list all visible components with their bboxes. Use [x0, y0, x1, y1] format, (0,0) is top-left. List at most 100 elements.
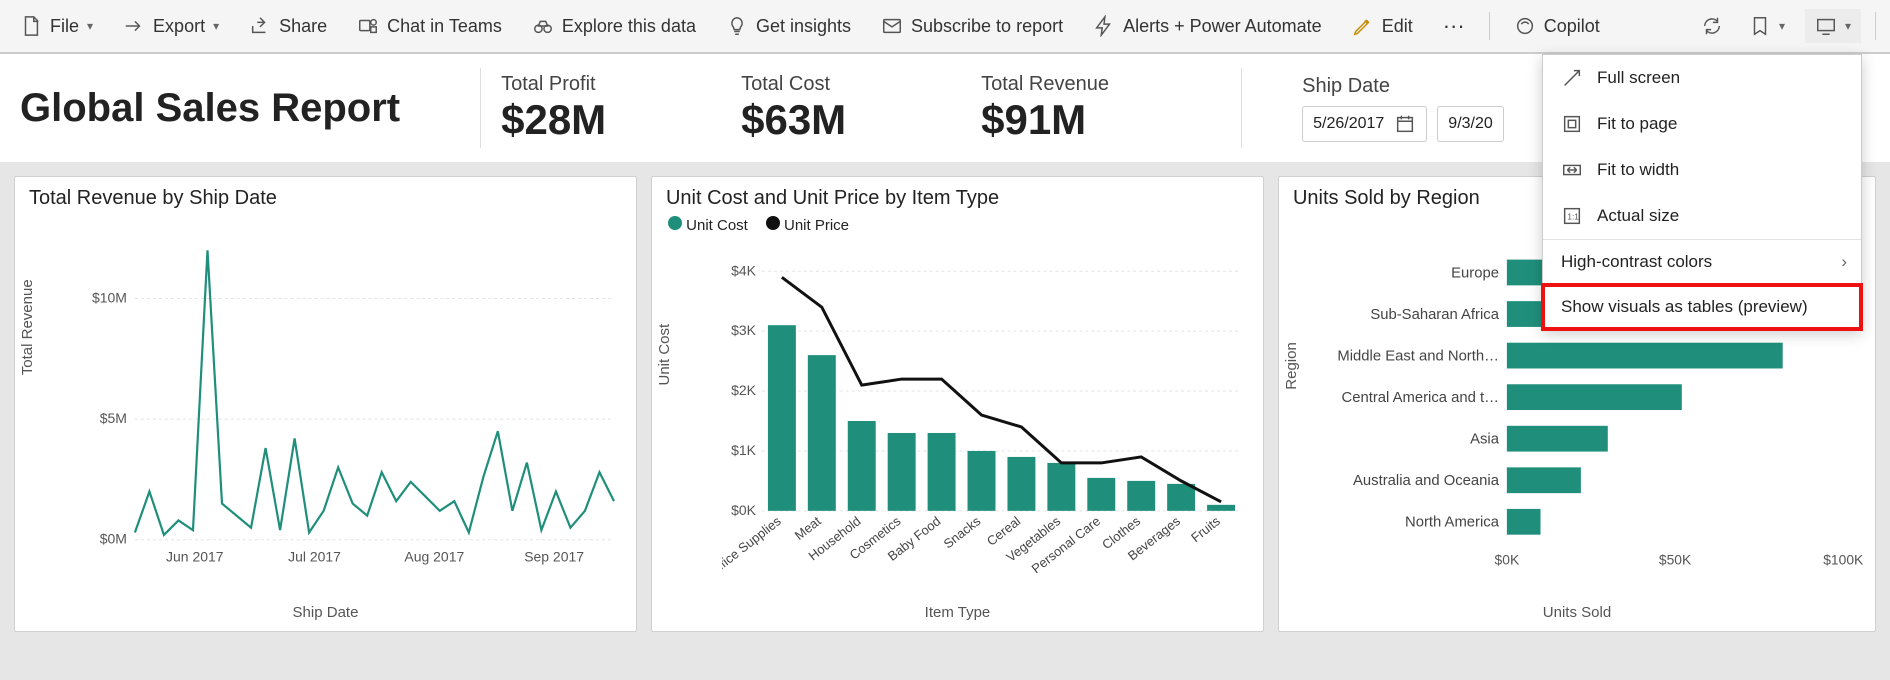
bolt-icon	[1093, 15, 1115, 37]
separator	[1875, 12, 1876, 40]
x-axis-label: Item Type	[652, 600, 1263, 631]
mail-icon	[881, 15, 903, 37]
svg-text:$100K: $100K	[1823, 551, 1863, 567]
svg-text:Sub-Saharan Africa: Sub-Saharan Africa	[1370, 307, 1499, 323]
svg-text:$50K: $50K	[1659, 551, 1692, 567]
file-label: File	[50, 16, 79, 37]
divider	[480, 68, 481, 148]
explore-button[interactable]: Explore this data	[526, 9, 702, 43]
svg-text:Personal Care: Personal Care	[1029, 513, 1104, 576]
lightbulb-icon	[726, 15, 748, 37]
share-icon	[249, 15, 271, 37]
svg-text:$0M: $0M	[100, 531, 127, 547]
kpi-value: $28M	[501, 96, 741, 144]
chevron-right-icon: ›	[1841, 252, 1847, 272]
fit-page-icon	[1561, 113, 1583, 135]
explore-label: Explore this data	[562, 16, 696, 37]
menu-label: Actual size	[1597, 206, 1679, 226]
date-to-input[interactable]: 9/3/20	[1437, 106, 1503, 142]
svg-text:$3K: $3K	[731, 322, 757, 338]
export-menu[interactable]: Export ▾	[117, 9, 225, 43]
svg-text:$10M: $10M	[92, 290, 127, 306]
revenue-line-chart: $0M$5M$10MJun 2017Jul 2017Aug 2017Sep 20…	[85, 224, 624, 596]
kpi-value: $63M	[741, 96, 981, 144]
calendar-icon	[1394, 113, 1416, 135]
menu-fit-width[interactable]: Fit to width	[1543, 147, 1861, 193]
chat-teams-button[interactable]: Chat in Teams	[351, 9, 508, 43]
refresh-button[interactable]	[1695, 9, 1729, 43]
teams-icon	[357, 15, 379, 37]
svg-text:Meat: Meat	[792, 513, 824, 543]
fit-width-icon	[1561, 159, 1583, 181]
edit-button[interactable]: Edit	[1346, 9, 1419, 43]
toolbar: File ▾ Export ▾ Share Chat in Teams Expl…	[0, 0, 1890, 54]
svg-text:$0K: $0K	[731, 502, 757, 518]
menu-fit-page[interactable]: Fit to page	[1543, 101, 1861, 147]
svg-text:Europe: Europe	[1451, 265, 1499, 281]
legend-item: Unit Cost	[686, 217, 748, 234]
menu-show-as-tables[interactable]: Show visuals as tables (preview)	[1543, 285, 1861, 329]
subscribe-button[interactable]: Subscribe to report	[875, 9, 1069, 43]
date-from-input[interactable]: 5/26/2017	[1302, 106, 1427, 142]
share-button[interactable]: Share	[243, 9, 333, 43]
svg-text:Snacks: Snacks	[941, 513, 984, 551]
kpi-label: Total Revenue	[981, 73, 1221, 96]
svg-text:Middle East and North…: Middle East and North…	[1337, 349, 1499, 365]
filter-label: Ship Date	[1302, 75, 1504, 98]
legend-item: Unit Price	[784, 217, 849, 234]
refresh-icon	[1701, 15, 1723, 37]
date-to-value: 9/3/20	[1448, 115, 1492, 133]
separator	[1489, 12, 1490, 40]
kpi-cost: Total Cost $63M	[741, 73, 981, 144]
chat-label: Chat in Teams	[387, 16, 502, 37]
copilot-icon	[1514, 15, 1536, 37]
chart-title: Total Revenue by Ship Date	[15, 177, 636, 214]
kpi-label: Total Cost	[741, 73, 981, 96]
view-mode-button[interactable]: ▾	[1805, 9, 1861, 43]
menu-label: Fit to page	[1597, 114, 1677, 134]
svg-text:North America: North America	[1405, 515, 1500, 531]
chart-legend: Unit Cost Unit Price	[652, 214, 1263, 236]
export-label: Export	[153, 16, 205, 37]
alerts-button[interactable]: Alerts + Power Automate	[1087, 9, 1328, 43]
svg-text:Jun 2017: Jun 2017	[166, 549, 224, 565]
more-button[interactable]: ···	[1437, 7, 1471, 45]
copilot-label: Copilot	[1544, 16, 1600, 37]
unit-cost-chart: $0K$1K$2K$3K$4KOffice SuppliesMeatHouseh…	[722, 246, 1251, 596]
menu-label: Show visuals as tables (preview)	[1561, 297, 1808, 317]
menu-label: High-contrast colors	[1561, 252, 1712, 272]
insights-button[interactable]: Get insights	[720, 9, 857, 43]
menu-actual-size[interactable]: 1:1 Actual size	[1543, 193, 1861, 239]
bookmark-button[interactable]: ▾	[1743, 9, 1791, 43]
kpi-label: Total Profit	[501, 73, 741, 96]
export-icon	[123, 15, 145, 37]
menu-full-screen[interactable]: Full screen	[1543, 55, 1861, 101]
copilot-button[interactable]: Copilot	[1508, 9, 1606, 43]
share-label: Share	[279, 16, 327, 37]
svg-text:Sep 2017: Sep 2017	[524, 549, 584, 565]
chevron-down-icon: ▾	[213, 19, 219, 33]
menu-label: Fit to width	[1597, 160, 1679, 180]
card-revenue-by-date[interactable]: Total Revenue by Ship Date Total Revenue…	[14, 176, 637, 632]
x-axis-label: Ship Date	[15, 600, 636, 631]
menu-label: Full screen	[1597, 68, 1680, 88]
binoculars-icon	[532, 15, 554, 37]
menu-high-contrast[interactable]: High-contrast colors ›	[1543, 240, 1861, 284]
date-from-value: 5/26/2017	[1313, 115, 1384, 133]
svg-text:Central America and t…: Central America and t…	[1342, 390, 1499, 406]
file-menu[interactable]: File ▾	[14, 9, 99, 43]
svg-text:Office Supplies: Office Supplies	[722, 513, 784, 579]
svg-text:Australia and Oceania: Australia and Oceania	[1353, 473, 1500, 489]
insights-label: Get insights	[756, 16, 851, 37]
pencil-icon	[1352, 15, 1374, 37]
chart-title: Unit Cost and Unit Price by Item Type	[652, 177, 1263, 214]
svg-text:$1K: $1K	[731, 442, 757, 458]
subscribe-label: Subscribe to report	[911, 16, 1063, 37]
report-title: Global Sales Report	[20, 86, 460, 131]
svg-text:$4K: $4K	[731, 262, 757, 278]
kpi-revenue: Total Revenue $91M	[981, 73, 1221, 144]
card-unit-cost-price[interactable]: Unit Cost and Unit Price by Item Type Un…	[651, 176, 1264, 632]
chevron-down-icon: ▾	[1845, 19, 1851, 33]
x-axis-label: Units Sold	[1279, 600, 1875, 631]
svg-text:1:1: 1:1	[1567, 213, 1579, 222]
